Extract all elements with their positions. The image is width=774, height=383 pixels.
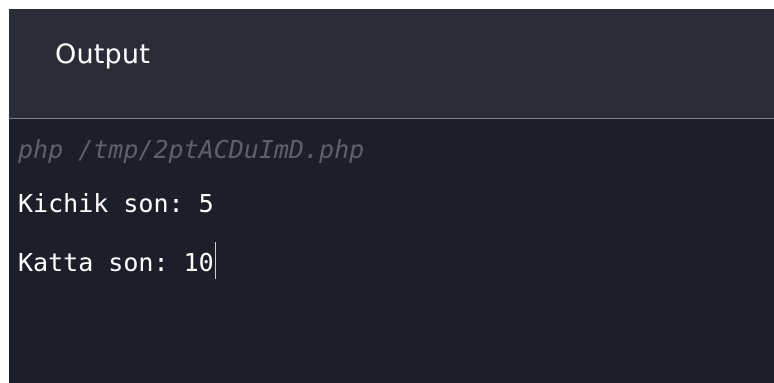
- output-header: Output: [9, 9, 774, 119]
- console-output[interactable]: php /tmp/2ptACDuImD.php Kichik son: 5 Ka…: [9, 119, 774, 383]
- output-line: Kichik son: 5: [18, 189, 214, 218]
- output-line-text: Katta son: 10: [18, 248, 214, 277]
- output-line-last: Katta son: 10: [18, 242, 216, 279]
- text-cursor: [214, 242, 216, 279]
- output-panel: Output php /tmp/2ptACDuImD.php Kichik so…: [9, 9, 774, 383]
- command-line: php /tmp/2ptACDuImD.php: [18, 135, 365, 164]
- output-title: Output: [55, 39, 150, 70]
